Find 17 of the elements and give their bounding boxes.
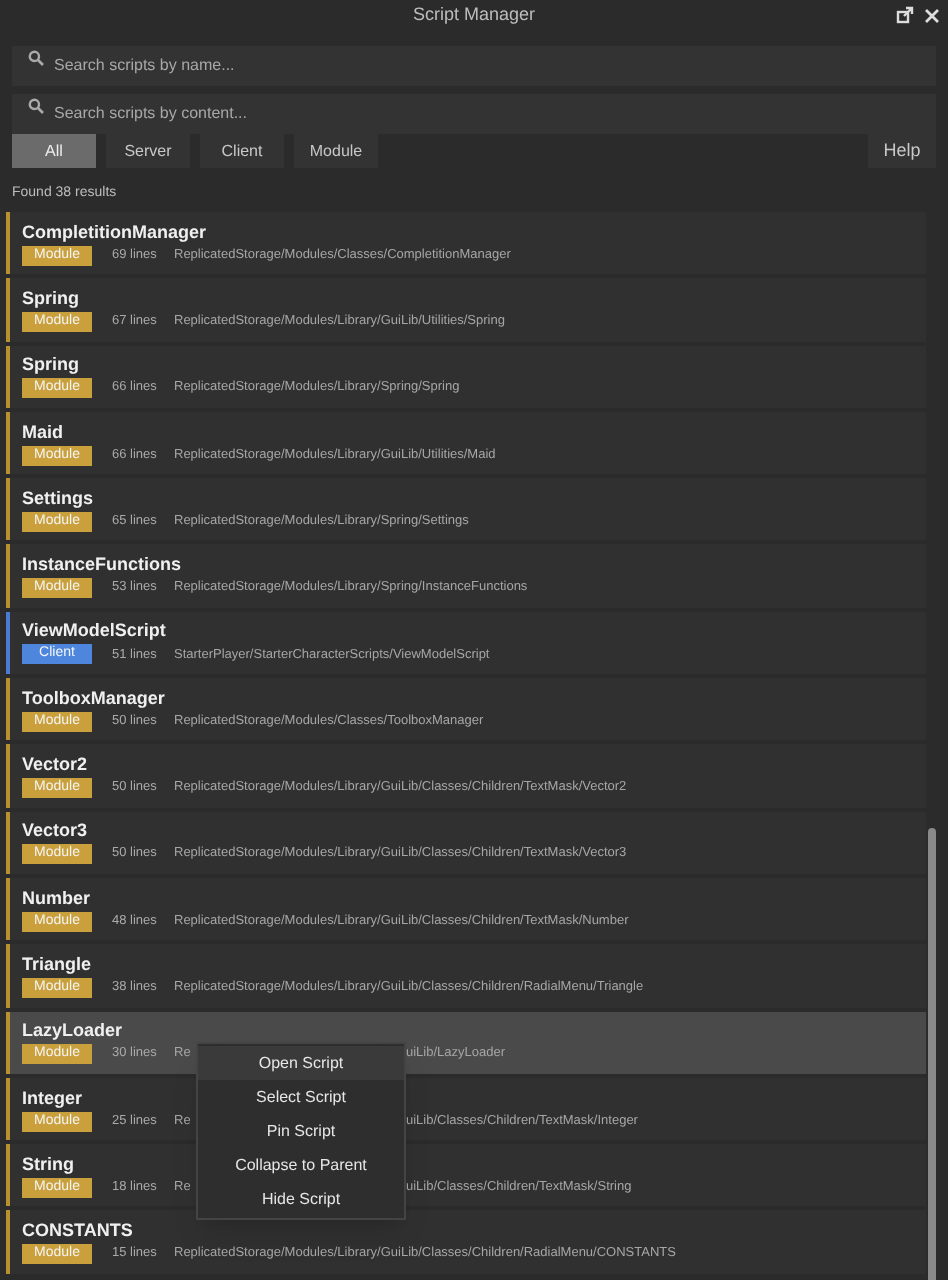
script-name: Number — [22, 887, 91, 910]
script-name: Spring — [22, 287, 79, 310]
script-name: ToolboxManager — [22, 687, 165, 710]
script-name: Vector2 — [22, 754, 88, 777]
script-name: Spring — [22, 354, 79, 377]
window-title: Script Manager — [412, 1, 536, 28]
script-name: Triangle — [22, 953, 92, 976]
script-name: Maid — [22, 421, 64, 444]
script-name: ViewModelScript — [22, 620, 166, 643]
script-name: Integer — [22, 1087, 83, 1109]
script-name: String — [22, 1153, 74, 1176]
script-name: LazyLoader — [22, 1020, 123, 1043]
script-name: CompletitionManager — [22, 221, 207, 244]
script-name: InstanceFunctions — [22, 554, 182, 577]
script-name: Settings — [22, 487, 94, 510]
script-name: Vector3 — [22, 820, 88, 843]
script-name: CONSTANTS — [22, 1220, 133, 1243]
